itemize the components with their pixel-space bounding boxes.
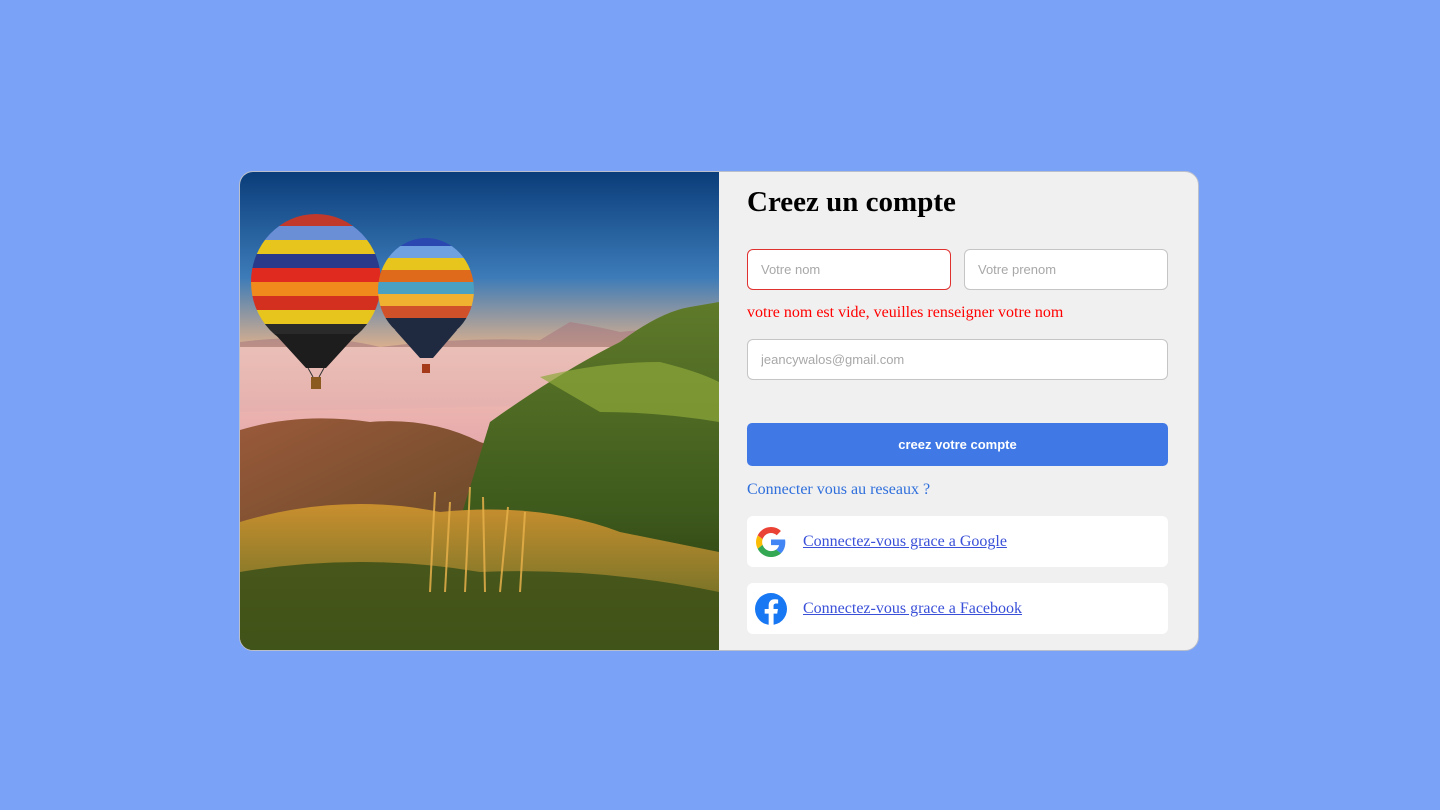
google-login-button[interactable]: Connectez-vous grace a Google [747, 516, 1168, 567]
social-login-question: Connecter vous au reseaux ? [747, 481, 931, 498]
prenom-input[interactable] [964, 249, 1168, 290]
facebook-icon [755, 592, 787, 625]
facebook-login-link[interactable]: Connectez-vous grace a Facebook [803, 600, 1022, 618]
facebook-login-button[interactable]: Connectez-vous grace a Facebook [747, 583, 1168, 634]
email-input[interactable] [747, 339, 1168, 380]
nom-input[interactable] [747, 249, 951, 290]
hero-image [240, 172, 719, 650]
google-login-link[interactable]: Connectez-vous grace a Google [803, 533, 1007, 551]
nom-error-message: votre nom est vide, veuilles renseigner … [747, 304, 1064, 321]
signup-form: Creez un compte votre nom est vide, veui… [719, 172, 1198, 650]
form-title: Creez un compte [747, 186, 956, 218]
signup-card: Creez un compte votre nom est vide, veui… [239, 171, 1199, 651]
create-account-button[interactable]: creez votre compte [747, 423, 1168, 466]
google-icon [755, 526, 787, 558]
